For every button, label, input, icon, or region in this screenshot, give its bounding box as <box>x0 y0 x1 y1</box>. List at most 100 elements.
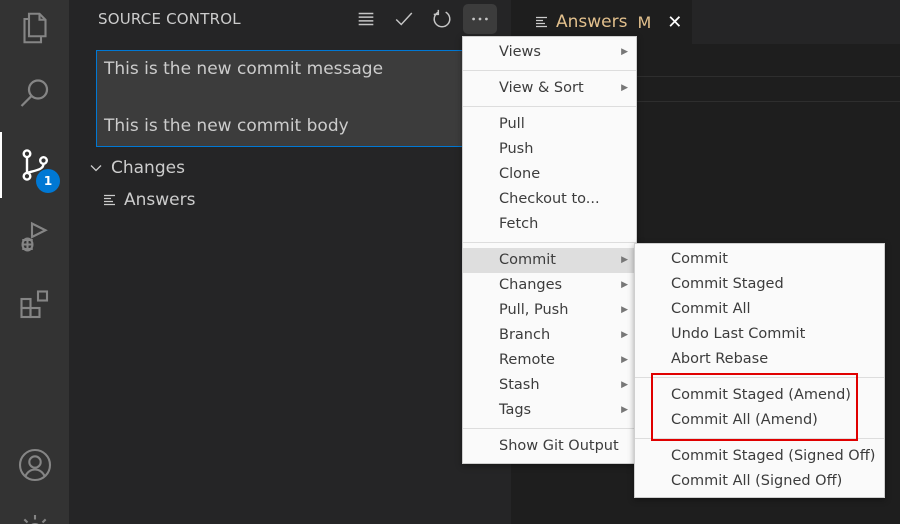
menu-item-label: Commit Staged (Signed Off) <box>671 448 876 464</box>
list-icon <box>358 12 374 26</box>
activity-source-control[interactable]: 1 <box>0 132 69 198</box>
account-icon <box>18 448 51 482</box>
menu-item-label: Commit <box>499 252 556 268</box>
submenu-item-commit-staged[interactable]: Commit Staged <box>635 272 884 297</box>
submenu-item-commit-all[interactable]: Commit All <box>635 297 884 322</box>
gear-icon <box>23 515 46 524</box>
submenu-arrow-icon: ▶ <box>621 83 628 93</box>
submenu-arrow-icon: ▶ <box>621 280 628 290</box>
activity-accounts[interactable] <box>0 432 69 498</box>
menu-item-fetch[interactable]: Fetch <box>463 212 636 237</box>
menu-separator <box>463 428 636 429</box>
menu-item-label: Commit All (Signed Off) <box>671 473 843 489</box>
menu-item-changes[interactable]: Changes ▶ <box>463 273 636 298</box>
search-icon <box>20 79 48 107</box>
activity-run-debug[interactable] <box>0 204 69 270</box>
menu-item-remote[interactable]: Remote ▶ <box>463 348 636 373</box>
submenu-item-commit[interactable]: Commit <box>635 247 884 272</box>
menu-item-label: Commit Staged (Amend) <box>671 387 851 403</box>
submenu-arrow-icon: ▶ <box>621 330 628 340</box>
activity-manage[interactable] <box>0 497 69 524</box>
menu-item-label: Changes <box>499 277 563 293</box>
menu-item-checkout[interactable]: Checkout to... <box>463 187 636 212</box>
menu-item-stash[interactable]: Stash ▶ <box>463 373 636 398</box>
menu-item-label: Abort Rebase <box>671 351 769 367</box>
commit-message-line: This is the new commit message <box>104 59 384 79</box>
source-control-sidebar: SOURCE CONTROL This is the new commit me… <box>69 0 516 524</box>
menu-item-tags[interactable]: Tags ▶ <box>463 398 636 423</box>
view-as-tree-button[interactable] <box>349 4 383 34</box>
modified-indicator: M <box>637 12 652 32</box>
menu-item-branch[interactable]: Branch ▶ <box>463 323 636 348</box>
activity-extensions[interactable] <box>0 272 69 338</box>
changes-group-header[interactable]: Changes <box>89 158 185 178</box>
menu-item-label: Show Git Output <box>499 438 619 454</box>
ellipsis-icon <box>472 17 488 21</box>
menu-separator <box>635 377 884 378</box>
sidebar-actions <box>349 4 497 34</box>
commit-message-input[interactable]: This is the new commit message This is t… <box>96 50 516 147</box>
files-icon <box>22 12 47 44</box>
submenu-arrow-icon: ▶ <box>621 355 628 365</box>
menu-item-pull[interactable]: Pull <box>463 112 636 137</box>
run-debug-icon <box>21 221 48 252</box>
submenu-arrow-icon: ▶ <box>621 47 628 57</box>
menu-item-label: Remote <box>499 352 555 368</box>
tab-label: Answers <box>556 12 628 32</box>
menu-separator <box>635 438 884 439</box>
activity-bar: 1 <box>0 0 69 524</box>
menu-item-views[interactable]: Views ▶ <box>463 40 636 65</box>
menu-item-label: Undo Last Commit <box>671 326 806 342</box>
menu-separator <box>463 70 636 71</box>
submenu-item-commit-staged-signed-off[interactable]: Commit Staged (Signed Off) <box>635 444 884 469</box>
file-lines-icon <box>104 194 115 206</box>
commit-body-line: This is the new commit body <box>104 116 349 136</box>
menu-item-clone[interactable]: Clone <box>463 162 636 187</box>
menu-item-label: Pull <box>499 116 525 132</box>
menu-item-label: Commit Staged <box>671 276 784 292</box>
menu-item-label: Commit All <box>671 301 751 317</box>
menu-item-label: Checkout to... <box>499 191 600 207</box>
sidebar-title: SOURCE CONTROL <box>98 10 241 28</box>
commit-submenu: Commit Commit Staged Commit All Undo Las… <box>634 243 885 498</box>
menu-item-view-sort[interactable]: View & Sort ▶ <box>463 76 636 101</box>
source-control-badge: 1 <box>36 169 60 193</box>
activity-explorer[interactable] <box>0 0 69 61</box>
menu-item-pull-push[interactable]: Pull, Push ▶ <box>463 298 636 323</box>
more-actions-button[interactable] <box>463 4 497 34</box>
submenu-item-commit-all-amend[interactable]: Commit All (Amend) <box>635 408 884 433</box>
menu-separator <box>463 106 636 107</box>
menu-item-label: Tags <box>499 402 532 418</box>
extensions-icon <box>19 290 48 319</box>
file-name: Answers <box>124 190 196 210</box>
menu-item-label: View & Sort <box>499 80 584 96</box>
more-actions-menu: Views ▶ View & Sort ▶ Pull Push Clone Chec… <box>462 36 637 464</box>
activity-search[interactable] <box>0 61 69 127</box>
commit-button[interactable] <box>387 4 421 34</box>
submenu-arrow-icon: ▶ <box>621 405 628 415</box>
refresh-icon <box>433 9 451 28</box>
submenu-arrow-icon: ▶ <box>621 255 628 265</box>
chevron-down-icon <box>90 165 102 172</box>
submenu-item-undo-last-commit[interactable]: Undo Last Commit <box>635 322 884 347</box>
refresh-button[interactable] <box>425 4 459 34</box>
submenu-item-abort-rebase[interactable]: Abort Rebase <box>635 347 884 372</box>
file-lines-icon <box>536 16 547 28</box>
menu-item-label: Commit <box>671 251 728 267</box>
submenu-arrow-icon: ▶ <box>621 380 628 390</box>
check-icon <box>395 12 413 26</box>
submenu-item-commit-staged-amend[interactable]: Commit Staged (Amend) <box>635 383 884 408</box>
submenu-item-commit-all-signed-off[interactable]: Commit All (Signed Off) <box>635 469 884 494</box>
menu-item-label: Stash <box>499 377 540 393</box>
menu-item-label: Push <box>499 141 534 157</box>
close-icon[interactable]: ✕ <box>667 12 682 33</box>
menu-item-label: Branch <box>499 327 551 343</box>
changes-label: Changes <box>111 158 185 178</box>
menu-item-push[interactable]: Push <box>463 137 636 162</box>
changed-file-item[interactable]: Answers <box>103 190 195 210</box>
menu-item-label: Pull, Push <box>499 302 569 318</box>
submenu-arrow-icon: ▶ <box>621 305 628 315</box>
menu-item-commit[interactable]: Commit ▶ <box>463 248 636 273</box>
menu-item-show-git-output[interactable]: Show Git Output <box>463 434 636 459</box>
menu-separator <box>463 242 636 243</box>
